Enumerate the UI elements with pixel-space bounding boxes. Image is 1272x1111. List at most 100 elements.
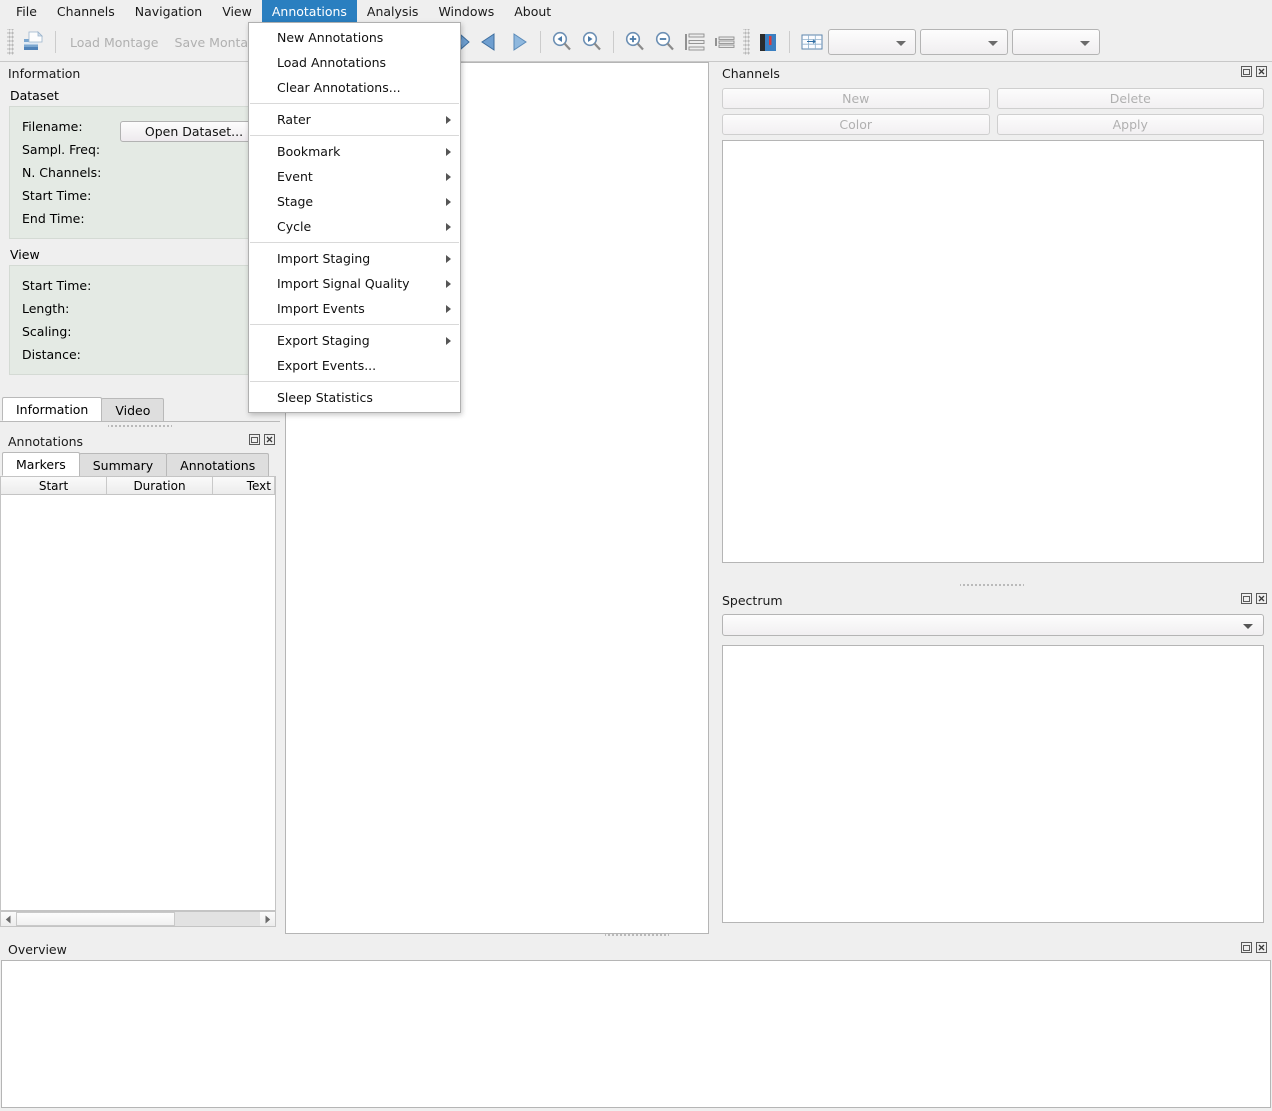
load-montage-button[interactable]: Load Montage: [62, 35, 167, 50]
view-length-label: Length:: [22, 301, 70, 316]
spectrum-dock: Spectrum: [714, 589, 1272, 934]
menu-clear-annotations[interactable]: Clear Annotations...: [249, 75, 460, 100]
menu-navigation[interactable]: Navigation: [125, 0, 212, 23]
toolbar-combo-1[interactable]: [827, 29, 916, 55]
triangle-right-icon[interactable]: [504, 27, 534, 57]
sampling-frequency-label: Sampl. Freq:: [22, 142, 101, 157]
toolbar-combo-2[interactable]: [919, 29, 1008, 55]
open-dataset-button[interactable]: Open Dataset...: [120, 121, 268, 142]
color-channel-button[interactable]: Color: [722, 114, 990, 135]
float-window-icon[interactable]: [1240, 941, 1253, 954]
dataset-end-time-label: End Time:: [22, 211, 85, 226]
float-window-icon[interactable]: [1240, 592, 1253, 605]
amplitude-bar-icon[interactable]: [753, 27, 783, 57]
toolbar-grip-3[interactable]: [742, 29, 750, 55]
magnifier-step-back-icon[interactable]: [547, 27, 577, 57]
annotations-table-header: Start Duration Text: [0, 476, 276, 495]
channels-button-row-2: Color Apply: [714, 114, 1272, 140]
menu-export-staging[interactable]: Export Staging: [249, 328, 460, 353]
chevron-right-icon: [446, 255, 451, 263]
toolbar-grip[interactable]: [7, 29, 14, 55]
annotations-tabs: Markers Summary Annotations: [0, 452, 280, 476]
new-channel-button[interactable]: New: [722, 88, 990, 109]
menu-view[interactable]: View: [212, 0, 262, 23]
chevron-right-icon: [446, 198, 451, 206]
menu-cycle-label: Cycle: [277, 219, 312, 234]
dataset-row-nchannels: N. Channels:: [10, 161, 270, 184]
menu-stage[interactable]: Stage: [249, 189, 460, 214]
chevron-right-icon: [446, 148, 451, 156]
menu-load-annotations[interactable]: Load Annotations: [249, 50, 460, 75]
menu-bookmark-label: Bookmark: [277, 144, 341, 159]
close-icon[interactable]: [1255, 592, 1268, 605]
float-window-icon[interactable]: [1240, 65, 1253, 78]
close-icon[interactable]: [1255, 65, 1268, 78]
menu-sleep-statistics[interactable]: Sleep Statistics: [249, 385, 460, 410]
menu-about[interactable]: About: [504, 0, 561, 23]
magnifier-plus-icon[interactable]: [620, 27, 650, 57]
triangle-left-icon[interactable]: [474, 27, 504, 57]
lines-collapse-icon[interactable]: [710, 27, 740, 57]
toolbar-combo-3[interactable]: [1011, 29, 1100, 55]
menu-rater[interactable]: Rater: [249, 107, 460, 132]
annotations-dock-title: Annotations: [0, 430, 280, 452]
hscroll-track[interactable]: [16, 912, 260, 926]
menu-import-staging[interactable]: Import Staging: [249, 246, 460, 271]
lines-expand-icon[interactable]: [680, 27, 710, 57]
annotations-dropdown-menu: New Annotations Load Annotations Clear A…: [248, 22, 461, 413]
spectrum-plot[interactable]: [722, 645, 1264, 923]
tab-annotations[interactable]: Annotations: [166, 453, 270, 476]
menu-annotations[interactable]: Annotations: [261, 0, 357, 23]
magnifier-minus-icon[interactable]: [650, 27, 680, 57]
menu-channels[interactable]: Channels: [47, 0, 125, 23]
grid-table-icon[interactable]: [796, 27, 828, 57]
menu-import-signal-quality-label: Import Signal Quality: [277, 276, 410, 291]
annotations-table-body[interactable]: [0, 495, 276, 911]
delete-channel-button[interactable]: Delete: [996, 88, 1264, 109]
float-window-icon[interactable]: [248, 433, 261, 446]
column-header-text[interactable]: Text: [213, 477, 275, 494]
close-icon[interactable]: [263, 433, 276, 446]
menu-event[interactable]: Event: [249, 164, 460, 189]
menu-windows[interactable]: Windows: [428, 0, 504, 23]
information-dock: Information Dataset Filename: Sampl. Fre…: [0, 62, 280, 395]
scroll-right-icon[interactable]: [260, 912, 275, 926]
menu-bookmark[interactable]: Bookmark: [249, 139, 460, 164]
information-video-tabs: Information Video: [0, 397, 280, 422]
tab-markers[interactable]: Markers: [2, 452, 80, 476]
spectrum-dock-title-label: Spectrum: [722, 592, 783, 608]
magnifier-step-forward-icon[interactable]: [577, 27, 607, 57]
tab-summary[interactable]: Summary: [78, 453, 168, 476]
menu-file[interactable]: File: [6, 0, 47, 23]
menu-analysis[interactable]: Analysis: [357, 0, 429, 23]
tab-information[interactable]: Information: [2, 397, 103, 421]
channels-dock-buttons: [1240, 65, 1268, 78]
menu-new-annotations[interactable]: New Annotations: [249, 25, 460, 50]
menu-import-staging-label: Import Staging: [277, 251, 371, 266]
dataset-groupbox: Filename: Sampl. Freq: N. Channels: Star…: [9, 106, 271, 239]
menu-import-events[interactable]: Import Events: [249, 296, 460, 321]
overview-timeline[interactable]: [1, 960, 1271, 1108]
channels-list[interactable]: [722, 140, 1264, 563]
annotations-hscrollbar[interactable]: [0, 911, 276, 927]
menu-cycle[interactable]: Cycle: [249, 214, 460, 239]
right-splitter-handle[interactable]: [960, 582, 1024, 588]
hscroll-thumb[interactable]: [16, 912, 175, 926]
apply-channel-button[interactable]: Apply: [996, 114, 1264, 135]
menu-stage-label: Stage: [277, 194, 314, 209]
menu-import-signal-quality[interactable]: Import Signal Quality: [249, 271, 460, 296]
column-header-start[interactable]: Start: [1, 477, 107, 494]
spectrum-channel-select[interactable]: [722, 614, 1264, 636]
menu-export-events[interactable]: Export Events...: [249, 353, 460, 378]
dataset-row-starttime: Start Time:: [10, 184, 270, 207]
tab-video[interactable]: Video: [101, 398, 165, 421]
column-header-duration[interactable]: Duration: [107, 477, 213, 494]
scroll-left-icon[interactable]: [1, 912, 16, 926]
view-row-starttime: Start Time:: [10, 274, 270, 297]
close-icon[interactable]: [1255, 941, 1268, 954]
spectrum-dock-buttons: [1240, 592, 1268, 605]
left-splitter-handle[interactable]: [108, 423, 172, 429]
open-dataset-icon[interactable]: [17, 27, 49, 57]
view-row-scaling: Scaling:: [10, 320, 270, 343]
filename-label: Filename:: [22, 119, 83, 134]
